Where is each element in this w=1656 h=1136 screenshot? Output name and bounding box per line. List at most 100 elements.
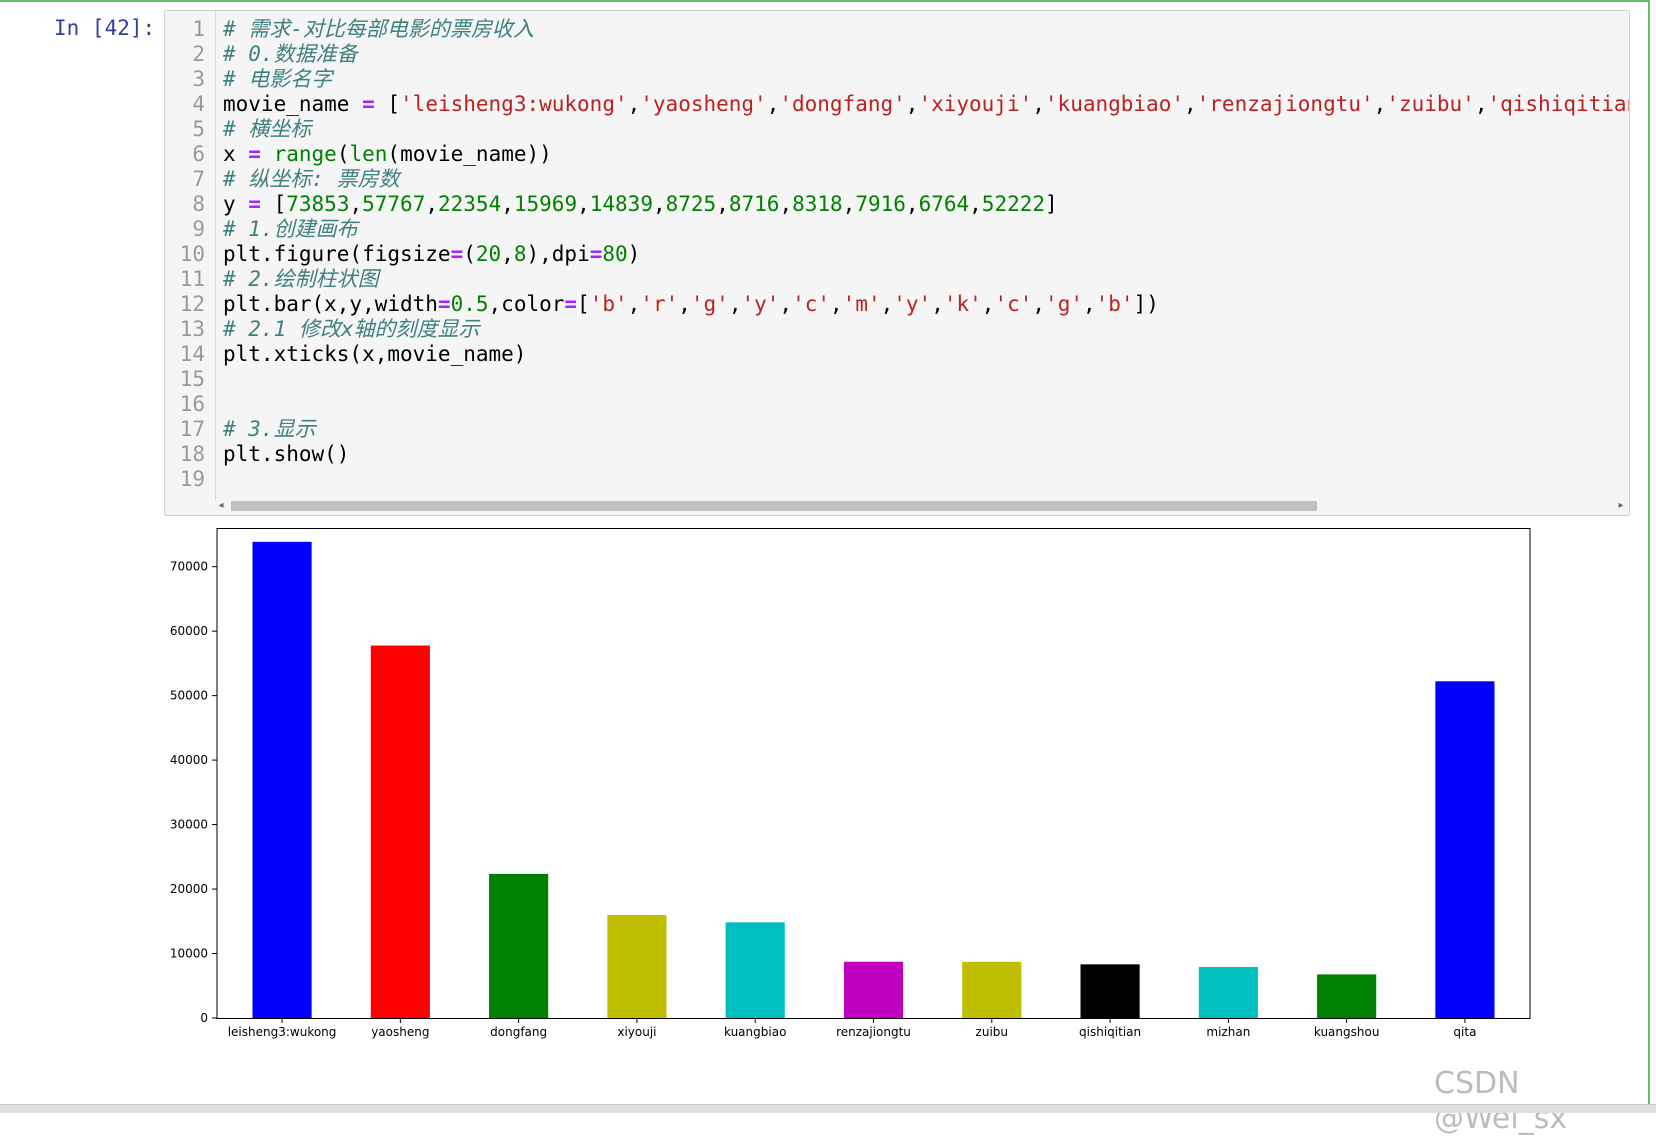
code-token: range bbox=[273, 142, 337, 166]
code-line: # 2.绘制柱状图 bbox=[223, 267, 379, 292]
code-token: 'y' bbox=[893, 292, 932, 316]
code-token: # 0.数据准备 bbox=[223, 42, 358, 66]
code-token: plt.xticks(x,movie_name) bbox=[223, 342, 527, 366]
code-line: # 1.创建画布 bbox=[223, 217, 358, 242]
code-token: , bbox=[779, 192, 793, 216]
code-token: plt.bar(x,y,width bbox=[223, 292, 438, 316]
line-number: 2 bbox=[192, 42, 205, 66]
code-token: 'g' bbox=[1045, 292, 1083, 316]
code-line: # 需求-对比每部电影的票房收入 bbox=[223, 17, 534, 42]
bar bbox=[252, 541, 312, 1018]
code-token: 'k' bbox=[943, 292, 982, 316]
code-token: , bbox=[577, 192, 590, 216]
code-line: movie_name = ['leisheng3:wukong','yaoshe… bbox=[223, 92, 1629, 117]
code-token: 'c' bbox=[994, 292, 1033, 316]
code-token: 8716 bbox=[728, 192, 780, 216]
code-token: , bbox=[652, 192, 666, 216]
code-token: 80 bbox=[602, 242, 628, 266]
code-token: = bbox=[437, 292, 451, 316]
bar-chart: 0 10000 20000 30000 40000 50000 60000 70000 leis… bbox=[170, 528, 1531, 1039]
scroll-left-arrow-icon[interactable]: ◂ bbox=[215, 499, 227, 513]
y-tick-label: 60000 bbox=[170, 624, 208, 638]
code-token: , bbox=[969, 192, 982, 216]
line-number: 6 bbox=[192, 142, 205, 166]
code-token: = bbox=[248, 142, 261, 166]
code-token: 15969 bbox=[513, 192, 578, 216]
code-token: , bbox=[349, 192, 363, 216]
code-token: = bbox=[589, 242, 603, 266]
code-token: ) bbox=[627, 242, 641, 266]
x-tick-label: kuangshou bbox=[1314, 1025, 1380, 1039]
line-number: 13 bbox=[179, 317, 205, 341]
scroll-right-arrow-icon[interactable]: ▸ bbox=[1615, 499, 1627, 513]
x-tick-label: qita bbox=[1453, 1025, 1476, 1039]
bar bbox=[607, 915, 667, 1018]
code-token: , bbox=[1373, 92, 1387, 116]
x-tick-label: xiyouji bbox=[617, 1025, 656, 1039]
bar bbox=[1080, 964, 1140, 1018]
code-token: movie_name bbox=[223, 92, 363, 116]
code-token: 'yaosheng' bbox=[640, 92, 767, 116]
code-token: , bbox=[905, 92, 919, 116]
code-token: plt.show() bbox=[223, 442, 350, 466]
y-tick-label: 20000 bbox=[170, 882, 208, 896]
code-token: ]) bbox=[1133, 292, 1159, 316]
code-token: , bbox=[1183, 92, 1197, 116]
code-token: ( bbox=[463, 242, 476, 266]
code-token: 'renzajiongtu' bbox=[1196, 92, 1374, 116]
line-number: 9 bbox=[192, 217, 205, 241]
code-token: 'qishiqitian bbox=[1487, 92, 1629, 116]
code-token: 'xiyouji' bbox=[918, 92, 1033, 116]
code-token: , bbox=[1082, 292, 1096, 316]
horizontal-scrollbar[interactable]: ◂ ▸ bbox=[215, 499, 1627, 513]
code-token: # 需求-对比每部电影的票房收入 bbox=[223, 17, 534, 41]
x-tick-label: qishiqitian bbox=[1079, 1025, 1141, 1039]
line-number: 19 bbox=[179, 467, 205, 491]
code-token: [ bbox=[577, 292, 590, 316]
code-token: , bbox=[880, 292, 894, 316]
code-token: 'r' bbox=[640, 292, 679, 316]
code-token: 0.5 bbox=[450, 292, 489, 316]
code-token: plt.figure(figsize bbox=[223, 242, 451, 266]
scrollbar-thumb[interactable] bbox=[231, 501, 1317, 511]
code-area[interactable]: # 需求-对比每部电影的票房收入 # 0.数据准备 # 电影名字 movie_name… bbox=[223, 17, 1629, 497]
x-tick-label: renzajiongtu bbox=[836, 1025, 911, 1039]
code-token: , bbox=[981, 292, 995, 316]
code-token: (movie_name)) bbox=[387, 142, 552, 166]
code-token: , bbox=[766, 92, 780, 116]
watermark: CSDN @Wei_sx bbox=[1434, 1066, 1568, 1136]
code-token: 8 bbox=[513, 242, 527, 266]
code-token: , bbox=[716, 192, 729, 216]
code-token: y bbox=[223, 192, 249, 216]
line-number: 14 bbox=[179, 342, 205, 366]
code-line: plt.figure(figsize=(20,8),dpi=80) bbox=[223, 242, 640, 267]
code-line: # 纵坐标: 票房数 bbox=[223, 167, 400, 192]
code-token: [ bbox=[374, 92, 401, 116]
code-line: plt.show() bbox=[223, 442, 349, 467]
code-token: x bbox=[223, 142, 249, 166]
code-token: 'leisheng3:wukong' bbox=[400, 92, 628, 116]
code-token: # 横坐标 bbox=[223, 117, 312, 141]
code-editor[interactable]: 1 2 3 4 5 6 7 8 9 10 11 12 13 14 15 16 17 18 19 # 需求-对比每部电… bbox=[164, 10, 1630, 516]
code-line: # 电影名字 bbox=[223, 67, 332, 92]
code-token: 'kuangbiao' bbox=[1044, 92, 1184, 116]
line-number: 11 bbox=[179, 267, 205, 291]
code-token: # 1.创建画布 bbox=[223, 217, 358, 241]
bar bbox=[370, 645, 430, 1018]
output-chart: 0 10000 20000 30000 40000 50000 60000 70000 leis… bbox=[164, 528, 1634, 1108]
code-token: , bbox=[905, 192, 919, 216]
code-token: 'y' bbox=[741, 292, 780, 316]
code-token: = bbox=[248, 192, 261, 216]
bar bbox=[1435, 681, 1495, 1018]
code-line: # 0.数据准备 bbox=[223, 42, 358, 67]
bar bbox=[962, 961, 1022, 1018]
code-token: 57767 bbox=[362, 192, 426, 216]
code-token: , bbox=[1032, 292, 1046, 316]
line-number: 4 bbox=[192, 92, 205, 116]
code-token: 52222 bbox=[981, 192, 1046, 216]
code-token: ),dpi bbox=[526, 242, 590, 266]
code-token: , bbox=[627, 292, 641, 316]
code-token: , bbox=[678, 292, 691, 316]
code-line: # 2.1 修改x轴的刻度显示 bbox=[223, 317, 480, 342]
